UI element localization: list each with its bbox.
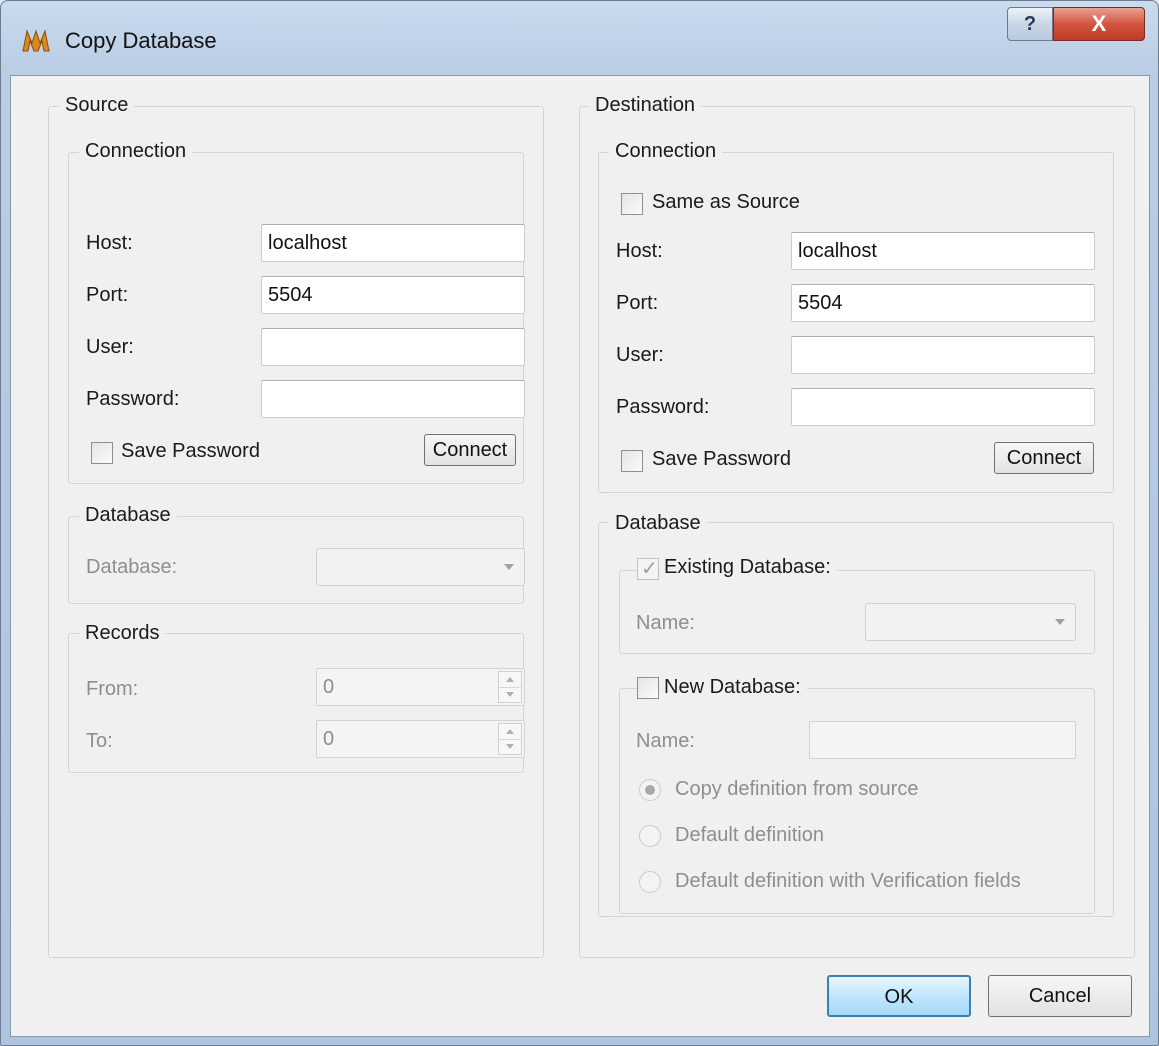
help-button[interactable]: ? <box>1007 7 1053 41</box>
source-from-value: 0 <box>323 676 335 698</box>
checkmark-icon: ✓ <box>641 558 658 580</box>
spin-arrows-icon[interactable] <box>498 723 522 755</box>
app-logo-icon <box>22 29 50 52</box>
new-database-name-label: Name: <box>636 730 695 752</box>
close-button[interactable]: X <box>1053 7 1145 41</box>
existing-database-name-label: Name: <box>636 612 695 634</box>
existing-database-label: Existing Database: <box>660 556 837 579</box>
destination-save-password-label: Save Password <box>652 448 791 470</box>
source-password-label: Password: <box>86 388 180 410</box>
chevron-down-icon <box>1055 619 1065 625</box>
source-database-legend: Database <box>79 504 177 527</box>
source-host-label: Host: <box>86 232 133 254</box>
cancel-button[interactable]: Cancel <box>988 975 1132 1017</box>
dialog-window: Copy Database ? X Source Connection Host… <box>0 0 1159 1046</box>
destination-host-input[interactable]: localhost <box>791 232 1095 270</box>
source-port-label: Port: <box>86 284 129 306</box>
source-user-input[interactable] <box>261 328 525 366</box>
source-database-label: Database: <box>86 556 178 578</box>
source-save-password-label: Save Password <box>121 440 260 462</box>
source-connection-legend: Connection <box>79 140 193 163</box>
existing-database-name-dropdown[interactable] <box>865 603 1076 641</box>
destination-port-input[interactable]: 5504 <box>791 284 1095 322</box>
destination-password-input[interactable] <box>791 388 1095 426</box>
title-bar[interactable]: Copy Database ? X <box>1 1 1158 75</box>
spin-arrows-icon[interactable] <box>498 671 522 703</box>
default-definition-verification-radio[interactable] <box>639 871 661 893</box>
destination-connection-legend: Connection <box>609 140 723 163</box>
default-definition-verification-label: Default definition with Verification fie… <box>675 870 1021 892</box>
destination-legend: Destination <box>589 94 702 117</box>
source-host-input[interactable]: localhost <box>261 224 525 262</box>
ok-button[interactable]: OK <box>827 975 971 1017</box>
source-from-spinbox[interactable]: 0 <box>316 668 525 706</box>
window-title: Copy Database <box>65 28 217 53</box>
source-database-dropdown[interactable] <box>316 548 525 586</box>
source-user-label: User: <box>86 336 134 358</box>
source-to-spinbox[interactable]: 0 <box>316 720 525 758</box>
new-database-checkbox[interactable] <box>637 677 659 699</box>
destination-user-input[interactable] <box>791 336 1095 374</box>
source-from-label: From: <box>86 678 139 700</box>
source-port-input[interactable]: 5504 <box>261 276 525 314</box>
default-definition-radio[interactable] <box>639 825 661 847</box>
destination-connect-button[interactable]: Connect <box>994 442 1094 474</box>
source-password-input[interactable] <box>261 380 525 418</box>
new-database-name-input[interactable] <box>809 721 1076 759</box>
copy-definition-radio[interactable] <box>639 779 661 801</box>
dialog-client: Source Connection Host: localhost Port: … <box>10 75 1150 1037</box>
chevron-down-icon <box>504 564 514 570</box>
source-legend: Source <box>59 94 135 117</box>
destination-database-legend: Database <box>609 512 707 535</box>
destination-password-label: Password: <box>616 396 710 418</box>
default-definition-label: Default definition <box>675 824 824 846</box>
destination-user-label: User: <box>616 344 664 366</box>
existing-database-checkbox[interactable]: ✓ <box>637 558 659 580</box>
copy-definition-label: Copy definition from source <box>675 778 919 800</box>
source-to-label: To: <box>86 730 113 752</box>
same-as-source-label: Same as Source <box>652 191 800 213</box>
destination-host-label: Host: <box>616 240 663 262</box>
same-as-source-checkbox[interactable] <box>621 193 643 215</box>
source-records-legend: Records <box>79 622 166 645</box>
source-to-value: 0 <box>323 728 335 750</box>
source-connect-button[interactable]: Connect <box>424 434 516 466</box>
destination-port-label: Port: <box>616 292 659 314</box>
radio-selected-dot <box>645 785 655 795</box>
destination-save-password-checkbox[interactable] <box>621 450 643 472</box>
new-database-label: New Database: <box>660 676 807 699</box>
source-save-password-checkbox[interactable] <box>91 442 113 464</box>
